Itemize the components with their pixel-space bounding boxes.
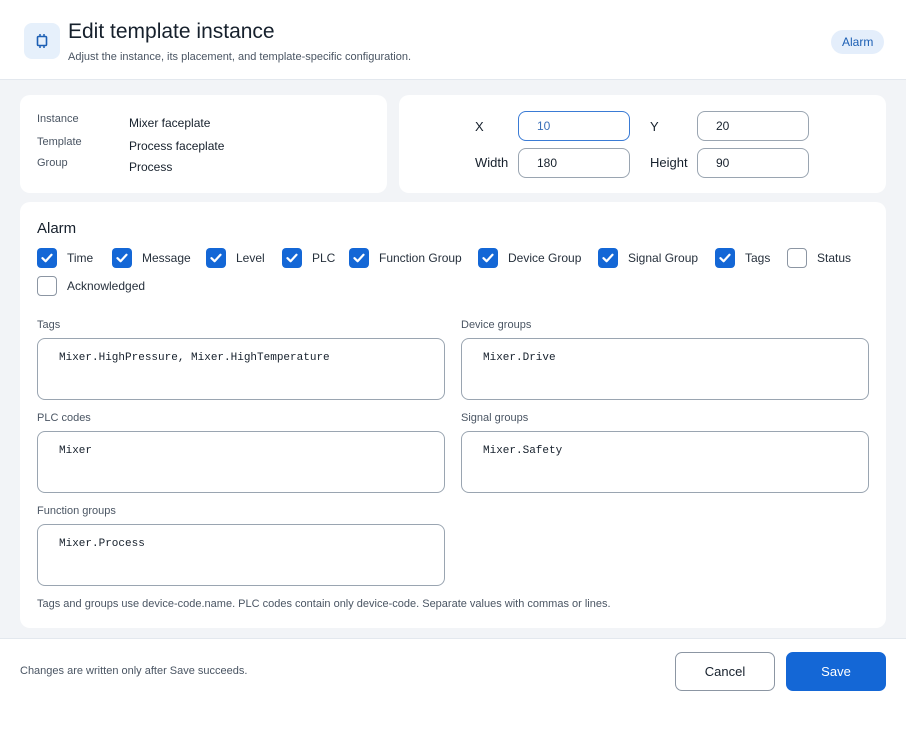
checkbox-acknowledged[interactable]: Acknowledged (37, 276, 145, 296)
template-label: Template (37, 136, 82, 148)
checkbox-time[interactable]: Time (37, 248, 93, 268)
device-groups-textarea[interactable]: Mixer.Drive (461, 338, 869, 400)
checkmark-icon (286, 253, 298, 263)
width-input[interactable] (518, 148, 630, 178)
group-value: Process (129, 160, 173, 174)
checkbox-label: PLC (312, 251, 336, 265)
checkbox-label: Signal Group (628, 251, 699, 265)
checkbox-box[interactable] (37, 276, 57, 296)
checkbox-box[interactable] (206, 248, 226, 268)
checkbox-box[interactable] (478, 248, 498, 268)
checkbox-message[interactable]: Message (112, 248, 191, 268)
width-label: Width (475, 155, 509, 170)
tags-textarea[interactable]: Mixer.HighPressure, Mixer.HighTemperatur… (37, 338, 445, 400)
function-groups-textarea[interactable]: Mixer.Process (37, 524, 445, 586)
instance-label: Instance (37, 113, 79, 125)
cancel-button[interactable]: Cancel (675, 652, 775, 691)
height-label: Height (650, 155, 688, 170)
type-badge: Alarm (831, 30, 885, 54)
checkmark-icon (602, 253, 614, 263)
dialog-body: Instance Mixer faceplate Template Proces… (0, 80, 906, 638)
checkbox-tags[interactable]: Tags (715, 248, 770, 268)
footer-note: Changes are written only after Save succ… (20, 665, 248, 677)
height-input[interactable] (697, 148, 809, 178)
checkbox-label: Device Group (508, 251, 582, 265)
checkmark-icon (210, 253, 222, 263)
dialog-header: Edit template instance Adjust the instan… (0, 0, 906, 80)
checkbox-label: Acknowledged (67, 279, 146, 293)
checkmark-icon (353, 253, 365, 263)
checkmark-icon (41, 253, 53, 263)
help-text: Tags and groups use device-code.name. PL… (37, 598, 611, 610)
dialog-footer: Changes are written only after Save succ… (0, 638, 906, 740)
chip-icon (24, 23, 60, 59)
placement-card: X Y Width Height (399, 95, 886, 193)
alarm-section-title: Alarm (37, 220, 77, 237)
checkbox-label: Level (236, 251, 265, 265)
y-input[interactable] (697, 111, 809, 141)
checkbox-box[interactable] (282, 248, 302, 268)
plc-codes-textarea[interactable]: Mixer (37, 431, 445, 493)
instance-value: Mixer faceplate (129, 116, 211, 130)
tags-label: Tags (37, 319, 61, 331)
checkbox-status[interactable]: Status (787, 248, 851, 268)
checkbox-signal-group[interactable]: Signal Group (598, 248, 698, 268)
checkbox-box[interactable] (598, 248, 618, 268)
dialog-subtitle: Adjust the instance, its placement, and … (68, 51, 412, 63)
checkmark-icon (482, 253, 494, 263)
dialog-title: Edit template instance (68, 20, 275, 43)
alarm-config-card: Alarm Time Message Level PLC Function Gr… (20, 202, 886, 628)
save-button[interactable]: Save (786, 652, 886, 691)
checkbox-box[interactable] (349, 248, 369, 268)
plc-codes-label: PLC codes (37, 412, 91, 424)
checkmark-icon (719, 253, 731, 263)
signal-groups-label: Signal groups (461, 412, 529, 424)
checkbox-function-group[interactable]: Function Group (349, 248, 462, 268)
checkbox-label: Message (142, 251, 191, 265)
checkbox-plc[interactable]: PLC (282, 248, 335, 268)
group-label: Group (37, 157, 68, 169)
checkbox-label: Function Group (379, 251, 462, 265)
y-label: Y (650, 119, 659, 134)
x-label: X (475, 119, 484, 134)
function-groups-label: Function groups (37, 505, 116, 517)
signal-groups-textarea[interactable]: Mixer.Safety (461, 431, 869, 493)
instance-info-card: Instance Mixer faceplate Template Proces… (20, 95, 387, 193)
checkbox-level[interactable]: Level (206, 248, 265, 268)
checkbox-device-group[interactable]: Device Group (478, 248, 581, 268)
x-input[interactable] (518, 111, 630, 141)
checkbox-box[interactable] (715, 248, 735, 268)
device-groups-label: Device groups (461, 319, 532, 331)
checkmark-icon (116, 253, 128, 263)
checkbox-label: Time (67, 251, 94, 265)
template-value: Process faceplate (129, 139, 225, 153)
checkbox-box[interactable] (112, 248, 132, 268)
checkbox-box[interactable] (37, 248, 57, 268)
checkbox-label: Tags (745, 251, 771, 265)
checkbox-label: Status (817, 251, 852, 265)
checkbox-box[interactable] (787, 248, 807, 268)
